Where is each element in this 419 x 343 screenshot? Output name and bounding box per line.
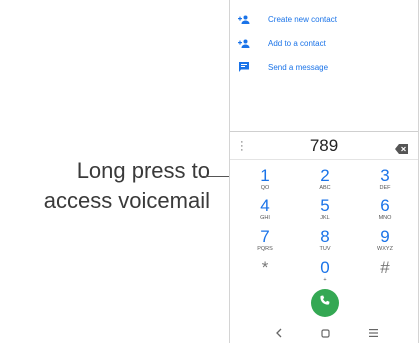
add-to-contact-label: Add to a contact <box>268 38 326 48</box>
back-nav-icon[interactable] <box>272 327 286 339</box>
send-message-label: Send a message <box>268 62 329 72</box>
add-person-icon <box>230 39 258 48</box>
dialpad-key-5[interactable]: 5 JKL <box>295 197 355 222</box>
dialpad-key-2[interactable]: 2 ABC <box>295 167 355 192</box>
message-icon <box>230 62 258 72</box>
key-digit: 5 <box>320 196 330 215</box>
send-message-action[interactable]: Send a message <box>230 57 328 77</box>
dialpad-key-8[interactable]: 8 TUV <box>295 228 355 253</box>
key-letters: PQRS <box>257 246 273 252</box>
create-contact-action[interactable]: Create new contact <box>230 9 337 29</box>
key-letters: QO <box>260 185 270 191</box>
dialpad-key-4[interactable]: 4 GHI <box>235 197 295 222</box>
dialpad-key-star[interactable]: * <box>235 259 295 277</box>
divider <box>230 131 418 132</box>
divider <box>230 159 418 160</box>
key-digit: * <box>261 258 269 277</box>
add-to-contact-action[interactable]: Add to a contact <box>230 33 326 53</box>
dialpad-key-1[interactable]: 1 QO <box>235 167 295 192</box>
dialed-number: 789 <box>309 136 339 155</box>
voicemail-callout: Long press to access voicemail <box>0 156 210 216</box>
dialpad-key-7[interactable]: 7 PQRS <box>235 228 295 253</box>
key-digit: 4 <box>260 196 270 215</box>
key-digit: 9 <box>380 227 390 246</box>
callout-line-1: Long press to <box>76 158 210 183</box>
add-person-icon <box>230 15 258 24</box>
backspace-icon[interactable] <box>395 141 408 159</box>
dialpad-key-0[interactable]: 0 + <box>295 259 355 284</box>
create-contact-label: Create new contact <box>268 14 337 24</box>
phone-screen: Create new contact Add to a contact Send… <box>229 0 419 343</box>
key-digit: 1 <box>260 166 270 185</box>
dialpad-key-9[interactable]: 9 WXYZ <box>355 228 415 253</box>
key-digit: 2 <box>320 166 330 185</box>
dialpad-key-hash[interactable]: # <box>355 259 415 277</box>
key-letters: DEF <box>379 185 391 191</box>
call-button[interactable] <box>311 289 339 317</box>
home-nav-icon[interactable] <box>318 327 332 339</box>
key-letters: MNO <box>378 215 392 221</box>
key-digit: # <box>380 258 390 277</box>
key-digit: 7 <box>260 227 270 246</box>
callout-line-2: access voicemail <box>43 188 210 213</box>
menu-nav-icon[interactable] <box>366 327 380 339</box>
dialpad-key-3[interactable]: 3 DEF <box>355 167 415 192</box>
key-digit: 6 <box>380 196 390 215</box>
key-digit: 3 <box>380 166 390 185</box>
phone-icon <box>319 294 331 312</box>
key-digit: 0 <box>320 258 330 277</box>
key-letters: ABC <box>319 185 331 191</box>
key-letters: WXYZ <box>377 246 393 252</box>
key-digit: 8 <box>320 227 330 246</box>
number-display-row: · · · 789 <box>230 133 418 159</box>
key-letters: + <box>323 277 327 283</box>
dialpad-key-6[interactable]: 6 MNO <box>355 197 415 222</box>
key-letters: JKL <box>320 215 330 221</box>
key-letters: GHI <box>260 215 270 221</box>
key-letters: TUV <box>319 246 331 252</box>
